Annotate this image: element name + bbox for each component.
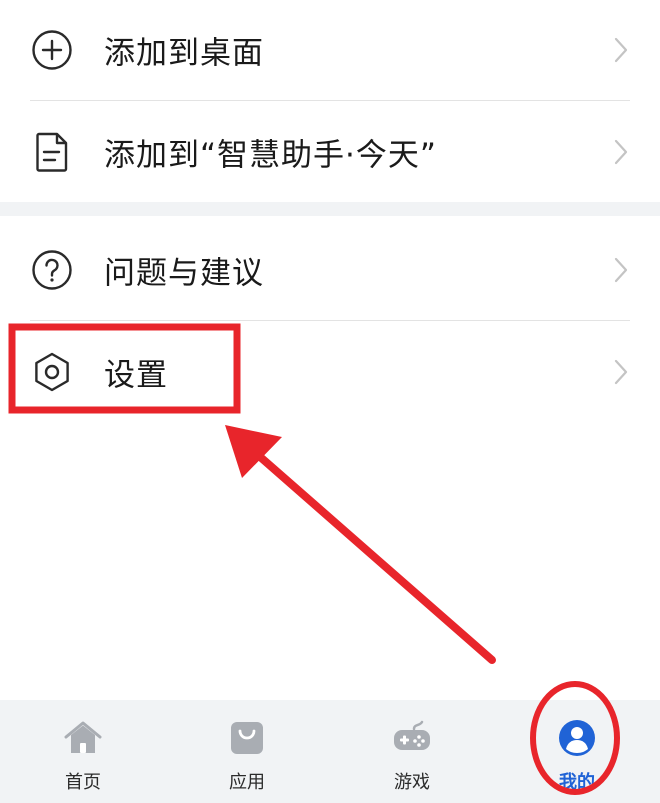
chevron-right-icon (614, 257, 628, 283)
chevron-right-icon (614, 359, 628, 385)
divider (30, 320, 630, 321)
bag-icon (231, 722, 263, 754)
feedback-label: 问题与建议 (104, 255, 264, 292)
menu-group-shortcuts: 添加到桌面 添加到“智慧助手·今天” (0, 0, 660, 202)
tab-home[interactable]: 首页 (23, 700, 143, 803)
add-to-desktop-label: 添加到桌面 (104, 35, 264, 72)
feedback-row[interactable]: 问题与建议 (0, 220, 660, 320)
settings-row[interactable]: 设置 (0, 322, 660, 422)
settings-label: 设置 (104, 357, 168, 394)
menu-group-support: 问题与建议 设置 (0, 216, 660, 700)
gear-icon (35, 352, 69, 392)
tab-apps[interactable]: 应用 (187, 700, 307, 803)
tab-mine[interactable]: 我的 (517, 700, 637, 803)
question-circle-icon (32, 250, 72, 290)
plus-circle-icon (32, 30, 72, 70)
tab-games-label: 游戏 (394, 772, 430, 793)
document-icon (36, 132, 68, 172)
add-to-desktop-row[interactable]: 添加到桌面 (0, 0, 660, 100)
tab-games[interactable]: 游戏 (352, 700, 472, 803)
bottom-tab-bar: 首页 应用 游戏 我的 (0, 700, 660, 803)
profile-icon (559, 720, 595, 756)
chevron-right-icon (614, 37, 628, 63)
tab-apps-label: 应用 (229, 772, 265, 793)
divider (30, 100, 630, 101)
add-to-smart-assistant-label: 添加到“智慧助手·今天” (104, 137, 437, 174)
home-icon (64, 721, 102, 753)
gamepad-icon (394, 720, 430, 750)
tab-mine-label: 我的 (559, 772, 595, 793)
add-to-smart-assistant-row[interactable]: 添加到“智慧助手·今天” (0, 102, 660, 202)
tab-home-label: 首页 (65, 772, 101, 793)
chevron-right-icon (614, 139, 628, 165)
